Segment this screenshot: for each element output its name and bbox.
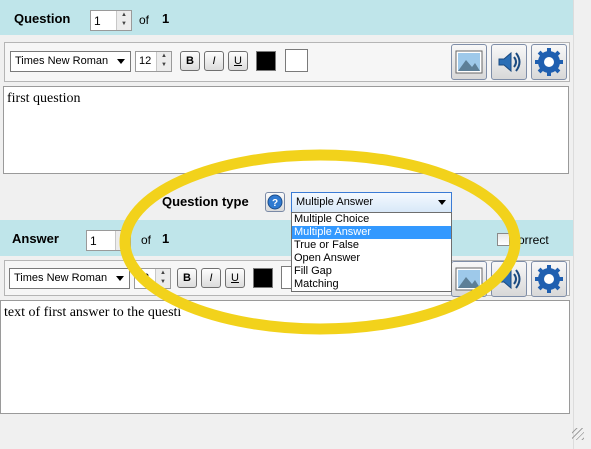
highlight-ellipse [119, 149, 521, 335]
